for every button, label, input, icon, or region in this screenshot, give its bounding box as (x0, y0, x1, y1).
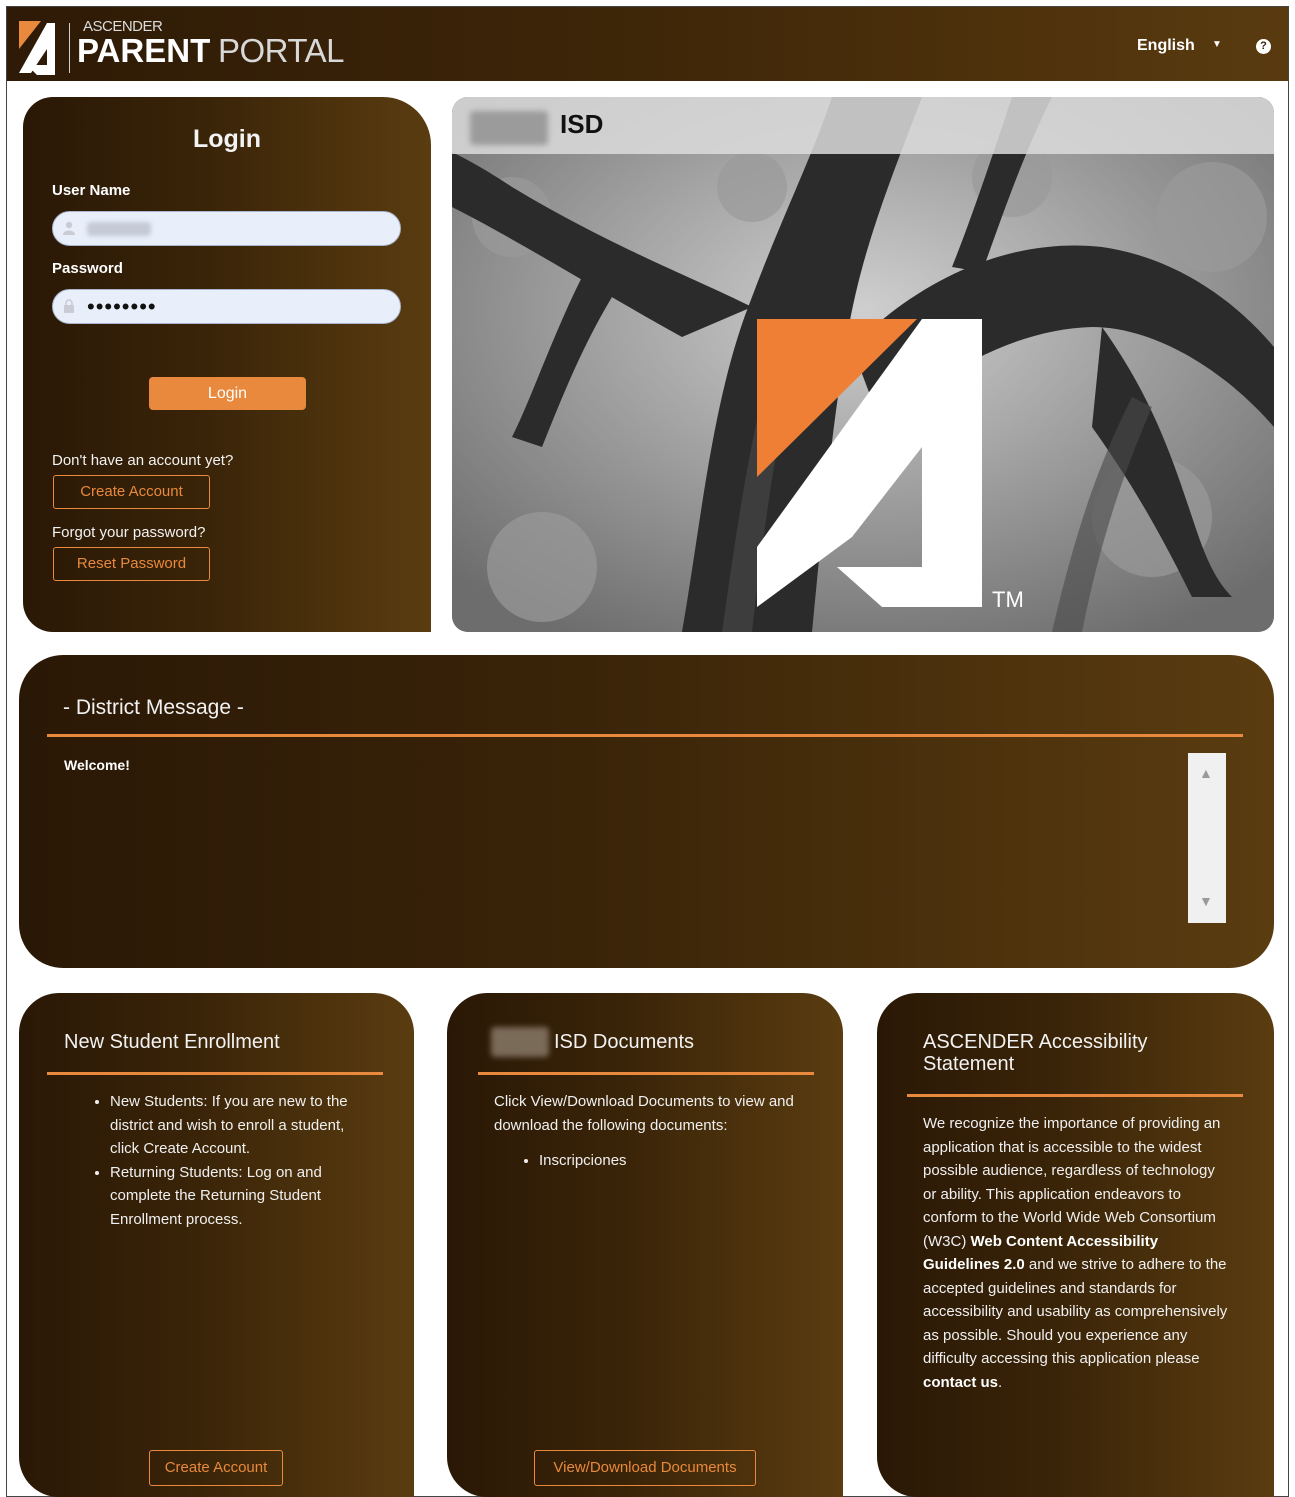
scroll-down-arrow-icon[interactable]: ▼ (1199, 893, 1213, 909)
divider (47, 1072, 383, 1075)
view-download-documents-button[interactable]: View/Download Documents (534, 1450, 756, 1486)
ascender-logo-icon (19, 21, 55, 75)
reset-password-button[interactable]: Reset Password (53, 547, 210, 581)
scroll-up-arrow-icon[interactable]: ▲ (1199, 765, 1213, 781)
contact-us-link[interactable]: contact us (923, 1374, 998, 1391)
no-account-text: Don't have an account yet? (52, 452, 234, 469)
district-name-redacted (470, 111, 548, 145)
documents-title: ISD Documents (554, 1031, 695, 1053)
accessibility-card: ASCENDER Accessibility Statement We reco… (877, 993, 1274, 1497)
username-field[interactable] (52, 211, 401, 246)
list-item: New Students: If you are new to the dist… (110, 1090, 360, 1161)
documents-body: Click View/Download Documents to view an… (494, 1090, 804, 1173)
district-name-redacted (491, 1027, 549, 1057)
login-panel: Login User Name Password •••••••• Login … (23, 97, 431, 632)
password-label: Password (52, 260, 123, 277)
district-isd-label: ISD (560, 109, 604, 139)
logo-separator (69, 23, 70, 73)
enrollment-title: New Student Enrollment (64, 1031, 280, 1053)
divider (907, 1094, 1243, 1097)
divider (478, 1072, 814, 1075)
message-scrollbar[interactable]: ▲ ▼ (1188, 753, 1226, 923)
district-banner: ISD (452, 97, 1274, 154)
logo-parent-text: PARENT (77, 32, 211, 69)
password-field[interactable]: •••••••• (52, 289, 401, 324)
username-value-redacted (87, 222, 151, 236)
login-button[interactable]: Login (149, 377, 306, 410)
list-item: Returning Students: Log on and complete … (110, 1161, 360, 1232)
district-message-panel: - District Message - Welcome! ▲ ▼ (19, 655, 1274, 968)
district-message-title: - District Message - (63, 696, 244, 719)
documents-intro: Click View/Download Documents to view an… (494, 1093, 794, 1134)
trademark-label: TM (992, 587, 1024, 612)
accessibility-text: We recognize the importance of providing… (923, 1115, 1221, 1250)
lock-icon (64, 299, 74, 313)
accessibility-body: We recognize the importance of providing… (923, 1112, 1228, 1394)
password-value: •••••••• (87, 294, 157, 319)
tree-photo-illustration (452, 97, 1274, 632)
create-account-button[interactable]: Create Account (149, 1450, 283, 1486)
accessibility-title: ASCENDER Accessibility Statement (923, 1031, 1148, 1075)
enrollment-body: New Students: If you are new to the dist… (90, 1090, 360, 1231)
create-account-button[interactable]: Create Account (53, 475, 210, 509)
login-title: Login (192, 125, 262, 153)
language-select[interactable]: English (1137, 37, 1195, 55)
username-label: User Name (52, 182, 131, 199)
top-header: ASCENDER PARENT PORTAL English ▼ ? (7, 7, 1288, 81)
document-item: Inscripciones (539, 1149, 804, 1173)
user-icon (63, 221, 75, 235)
district-message-body: Welcome! (64, 757, 130, 773)
logo-portal-text: PORTAL (218, 32, 345, 69)
hero-image: ISD TM (452, 97, 1274, 632)
accessibility-text: . (998, 1373, 1003, 1391)
divider (47, 734, 1243, 737)
enrollment-card: New Student Enrollment New Students: If … (19, 993, 414, 1497)
help-icon[interactable]: ? (1256, 39, 1271, 54)
forgot-password-text: Forgot your password? (52, 524, 206, 541)
documents-card: ISD Documents Click View/Download Docume… (447, 993, 843, 1497)
caret-down-icon[interactable]: ▼ (1212, 39, 1222, 50)
